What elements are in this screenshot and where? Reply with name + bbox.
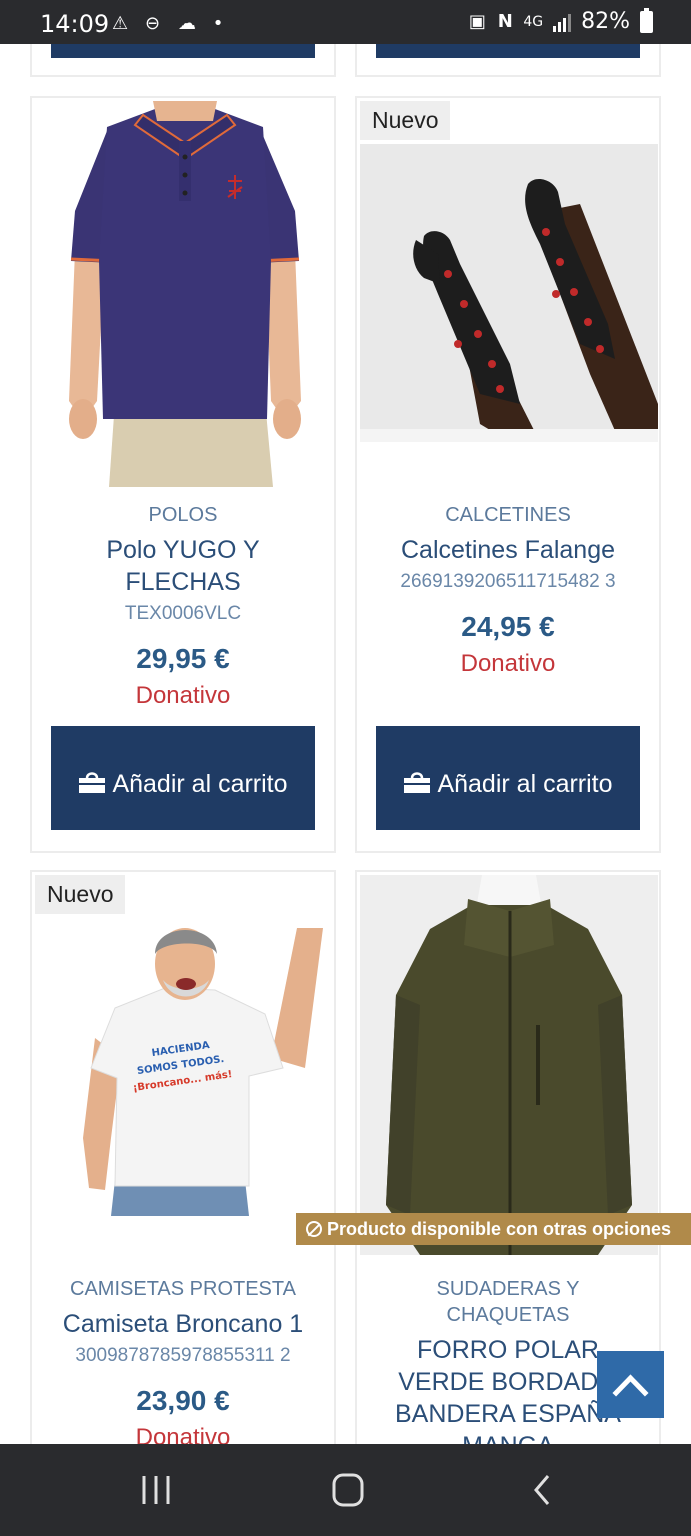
- product-card-previous: [355, 44, 661, 77]
- donation-label: Donativo: [460, 650, 556, 677]
- product-category[interactable]: POLOS: [32, 502, 334, 528]
- add-to-cart-label: Añadir al carrito: [112, 769, 288, 798]
- add-to-cart-label: Añadir al carrito: [437, 769, 613, 798]
- ban-icon: [306, 1221, 322, 1237]
- product-title[interactable]: Camiseta Broncano 1: [32, 1308, 334, 1340]
- product-price: 23,90 €: [136, 1385, 230, 1416]
- shopping-bag-icon: [79, 771, 106, 793]
- product-title[interactable]: Polo YUGO Y FLECHAS: [32, 534, 334, 598]
- scroll-to-top-button[interactable]: [597, 1351, 664, 1418]
- product-reference: 2669139206511715482 3: [400, 571, 616, 592]
- add-to-cart-button[interactable]: [51, 44, 315, 58]
- notification-icons: ⚠ ⊖ ☁ •: [112, 10, 231, 35]
- home-button[interactable]: [318, 1470, 378, 1510]
- product-image-fleece[interactable]: [360, 875, 658, 1255]
- options-available-banner: Producto disponible con otras opciones: [296, 1213, 691, 1245]
- status-time: 14:09: [40, 10, 110, 38]
- alert-icon: ⚠: [112, 13, 135, 34]
- dot-icon: •: [212, 13, 230, 34]
- product-card-previous: [30, 44, 336, 77]
- product-card[interactable]: Nuevo HACIENDA SOMOS TODOS. ¡Broncano...…: [30, 870, 336, 1444]
- recent-apps-button[interactable]: [126, 1470, 186, 1510]
- product-grid: POLOS Polo YUGO Y FLECHAS TEX0006VLC 29,…: [0, 44, 691, 1444]
- new-badge: Nuevo: [35, 875, 126, 914]
- product-image-tshirt[interactable]: HACIENDA SOMOS TODOS. ¡Broncano... más!: [35, 918, 333, 1216]
- product-title[interactable]: Calcetines Falange: [357, 534, 659, 566]
- product-category[interactable]: CALCETINES: [357, 502, 659, 528]
- add-to-cart-button[interactable]: Añadir al carrito: [51, 726, 315, 830]
- product-reference: TEX0006VLC: [124, 603, 242, 624]
- status-bar: 14:09 ⚠ ⊖ ☁ • ▣ N 4G 82%: [0, 0, 691, 44]
- recent-apps-icon: [142, 1476, 170, 1504]
- back-button[interactable]: [512, 1470, 572, 1510]
- options-available-text: Producto disponible con otras opciones: [327, 1219, 672, 1239]
- product-card[interactable]: POLOS Polo YUGO Y FLECHAS TEX0006VLC 29,…: [30, 96, 336, 853]
- back-icon: [534, 1475, 550, 1505]
- tshirt-image: HACIENDA SOMOS TODOS. ¡Broncano... más!: [35, 918, 333, 1216]
- polo-shirt-image: [69, 101, 301, 487]
- new-badge: Nuevo: [360, 101, 451, 140]
- battery-level: 82%: [581, 9, 630, 34]
- cloud-icon: ☁: [178, 13, 202, 34]
- add-to-cart-button[interactable]: [376, 44, 640, 58]
- fleece-jacket-image: [360, 875, 658, 1255]
- product-info: POLOS Polo YUGO Y FLECHAS TEX0006VLC 29,…: [32, 502, 334, 712]
- product-category[interactable]: SUDADERAS Y CHAQUETAS: [357, 1276, 659, 1328]
- product-card[interactable]: Nuevo CALCETINES Calcetines Falange 2669…: [355, 96, 661, 853]
- product-price: 29,95 €: [136, 643, 230, 674]
- donation-label: Donativo: [135, 682, 231, 709]
- shopping-bag-icon: [404, 771, 431, 793]
- signal-icon: [553, 13, 572, 32]
- navigation-bar: [0, 1444, 691, 1536]
- product-reference: 3009878785978855311 2: [75, 1345, 291, 1366]
- chevron-up-icon: [612, 1374, 649, 1397]
- status-right: ▣ N 4G 82%: [467, 7, 653, 34]
- donation-label: Donativo: [135, 1424, 231, 1444]
- product-category[interactable]: CAMISETAS PROTESTA: [32, 1276, 334, 1302]
- socks-image: [360, 144, 658, 442]
- product-info: CALCETINES Calcetines Falange 2669139206…: [357, 502, 659, 680]
- product-image-polo[interactable]: [35, 101, 333, 487]
- battery-icon: [640, 7, 653, 33]
- lock-icon: ▣: [468, 10, 486, 32]
- product-info: CAMISETAS PROTESTA Camiseta Broncano 1 3…: [32, 1276, 334, 1444]
- network-type: 4G: [523, 13, 544, 30]
- do-not-disturb-icon: ⊖: [145, 13, 167, 34]
- product-price: 24,95 €: [461, 611, 555, 642]
- product-image-socks[interactable]: [360, 144, 658, 442]
- nfc-icon: N: [497, 10, 513, 32]
- add-to-cart-button[interactable]: Añadir al carrito: [376, 726, 640, 830]
- home-icon: [332, 1473, 364, 1507]
